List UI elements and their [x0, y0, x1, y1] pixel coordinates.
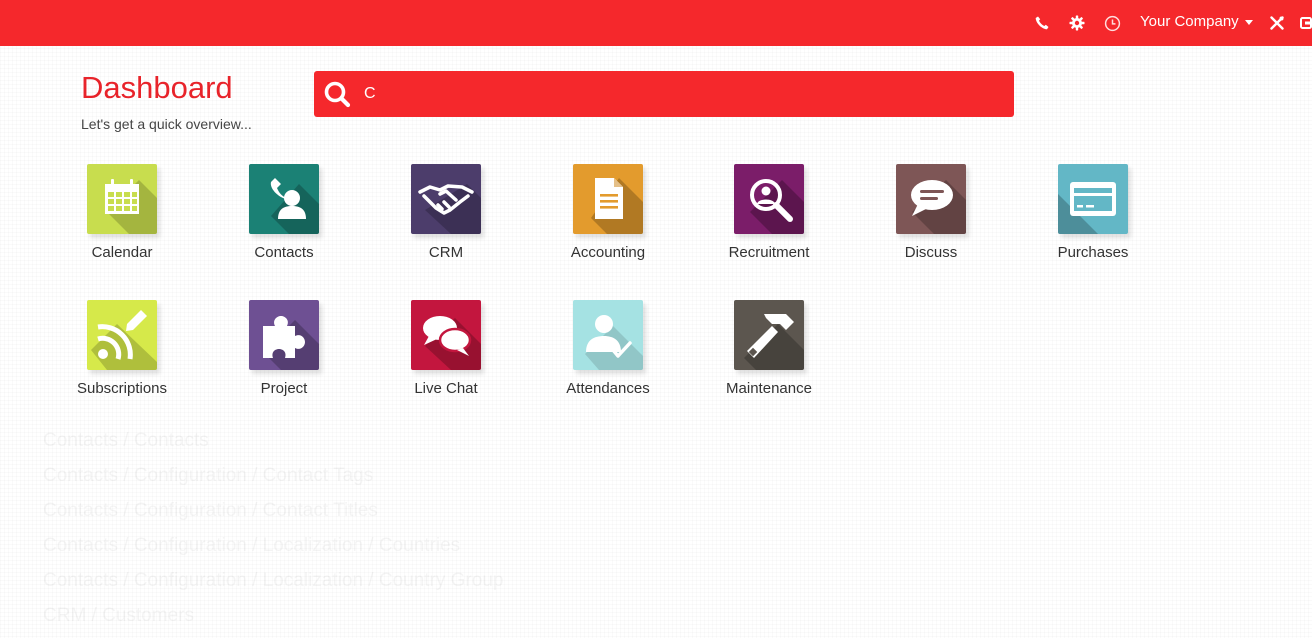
app-tile [734, 164, 804, 234]
logout-icon[interactable] [1298, 12, 1312, 34]
clock-icon[interactable] [1101, 12, 1123, 34]
app-purchases[interactable]: Purchases [1028, 164, 1158, 274]
document-icon [595, 178, 623, 219]
chevron-down-icon [1244, 20, 1253, 25]
tools-icon[interactable] [1266, 12, 1288, 34]
app-label: CRM [428, 244, 464, 261]
app-calendar[interactable]: Calendar [57, 164, 187, 274]
menu-result-item[interactable]: Contacts / Configuration / Contact Title… [43, 498, 503, 533]
calendar-icon [105, 179, 139, 214]
app-tile [573, 300, 643, 370]
app-label: Subscriptions [76, 380, 168, 397]
company-switcher[interactable]: Your Company [1140, 13, 1253, 30]
app-project[interactable]: Project [219, 300, 349, 410]
app-label: Maintenance [726, 380, 812, 397]
app-tile [896, 164, 966, 234]
app-label: Project [260, 380, 308, 397]
app-label: Attendances [566, 380, 650, 397]
company-name: Your Company [1140, 13, 1239, 30]
app-tile [411, 300, 481, 370]
page-title: Dashboard [81, 70, 233, 105]
search-icon [322, 79, 352, 109]
page-subtitle: Let's get a quick overview... [81, 116, 252, 132]
app-tile [87, 300, 157, 370]
app-label: Live Chat [414, 380, 478, 397]
app-tile [573, 164, 643, 234]
app-label: Recruitment [728, 244, 810, 261]
app-tile [734, 300, 804, 370]
app-label: Discuss [904, 244, 958, 261]
phone-icon[interactable] [1031, 12, 1053, 34]
app-label: Purchases [1057, 244, 1129, 261]
app-accounting[interactable]: Accounting [543, 164, 673, 274]
app-subscriptions[interactable]: Subscriptions [57, 300, 187, 410]
app-label: Accounting [570, 244, 646, 261]
app-maintenance[interactable]: Maintenance [704, 300, 834, 410]
app-label: Contacts [254, 244, 314, 261]
app-recruitment[interactable]: Recruitment [704, 164, 834, 274]
app-tile [249, 164, 319, 234]
app-discuss[interactable]: Discuss [866, 164, 996, 274]
app-tile [411, 164, 481, 234]
gear-icon[interactable] [1066, 12, 1088, 34]
app-crm[interactable]: CRM [381, 164, 511, 274]
credit-card-icon [1070, 182, 1116, 216]
search-bar [314, 71, 1014, 117]
app-live-chat[interactable]: Live Chat [381, 300, 511, 410]
app-tile [1058, 164, 1128, 234]
menu-result-item[interactable]: Contacts / Configuration / Localization … [43, 533, 503, 568]
menu-result-item[interactable]: CRM / Customers [43, 603, 503, 638]
app-label: Calendar [91, 244, 153, 261]
top-navbar: Your Company [0, 0, 1312, 46]
app-contacts[interactable]: Contacts [219, 164, 349, 274]
menu-result-item[interactable]: Contacts / Configuration / Contact Tags [43, 463, 503, 498]
app-tile [87, 164, 157, 234]
menu-result-item[interactable]: Contacts / Contacts [43, 428, 503, 463]
menu-result-item[interactable]: Contacts / Configuration / Localization … [43, 568, 503, 603]
menu-search-results: Contacts / Contacts Contacts / Configura… [43, 428, 503, 638]
search-input[interactable] [360, 79, 1008, 109]
app-tile [249, 300, 319, 370]
app-attendances[interactable]: Attendances [543, 300, 673, 410]
